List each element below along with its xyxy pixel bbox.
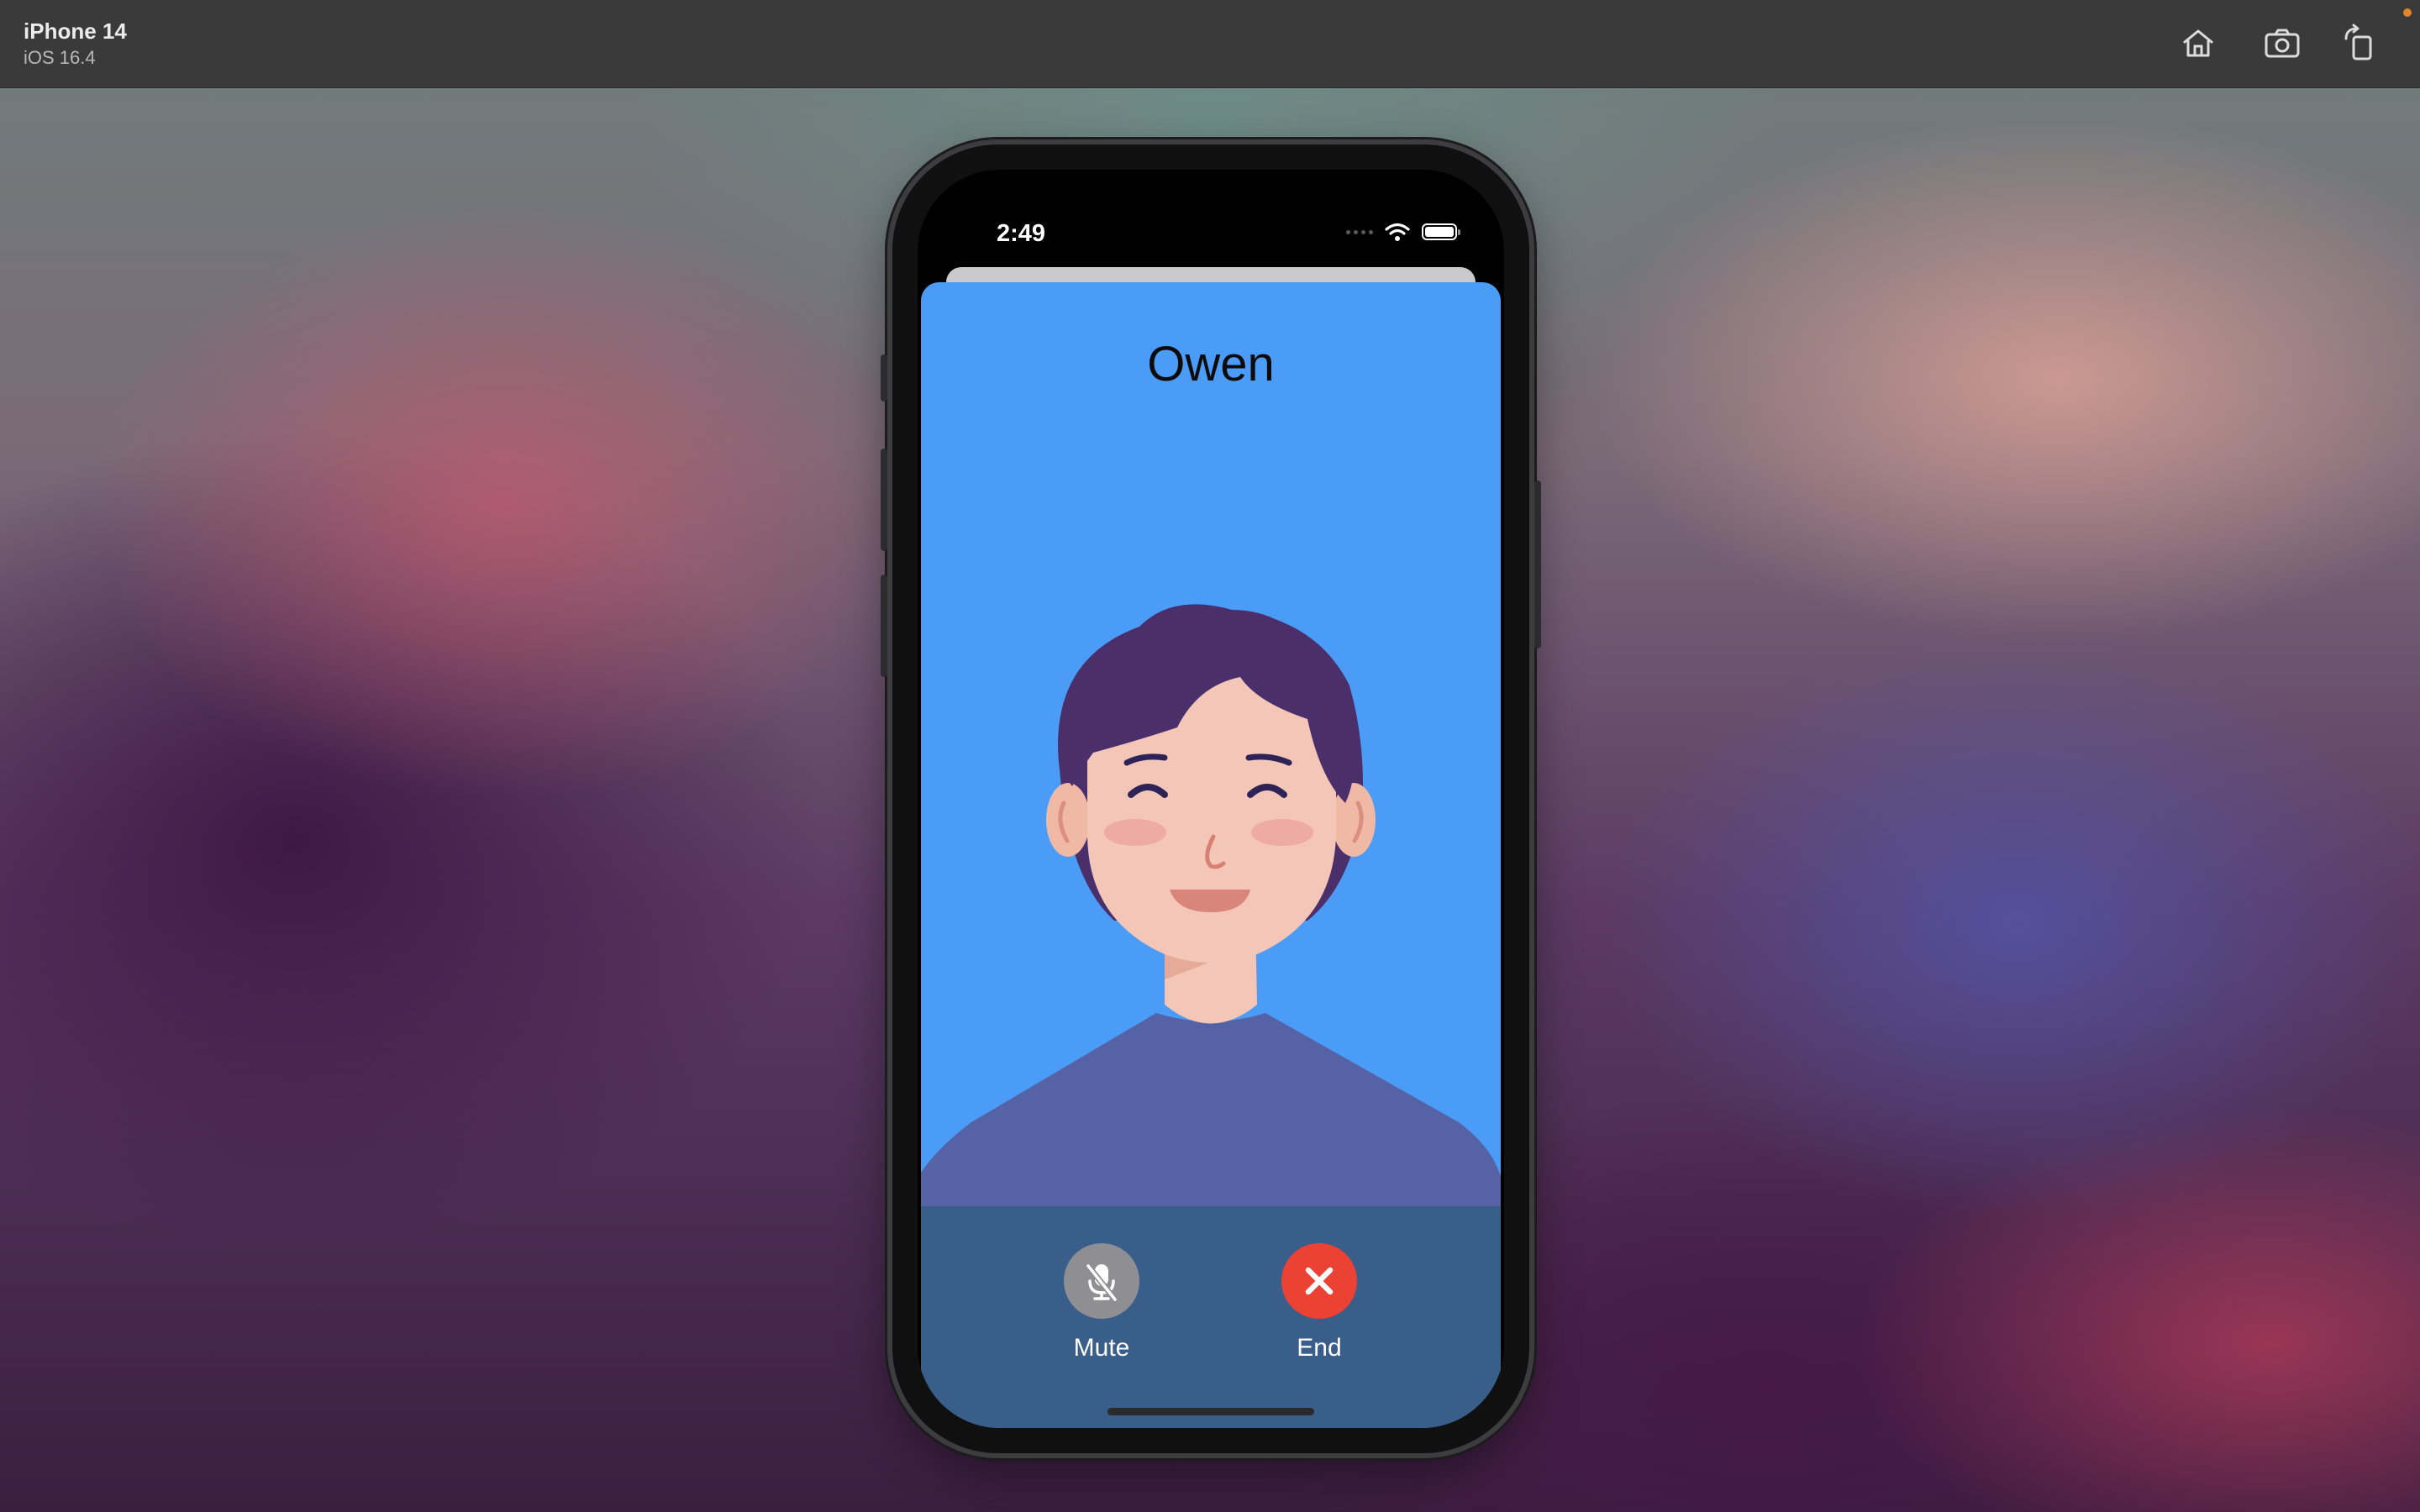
screenshot-icon (2265, 29, 2300, 58)
volume-up-button (881, 449, 887, 551)
status-icons (1346, 222, 1460, 242)
os-version: iOS 16.4 (24, 47, 96, 68)
home-button[interactable] (2176, 22, 2220, 66)
wifi-icon (1385, 223, 1410, 241)
status-time: 2:49 (997, 220, 1046, 247)
iphone-frame: 2:49 Owen Mute End (881, 144, 1541, 1453)
recording-indicator (2403, 8, 2412, 17)
battery-icon (1422, 223, 1460, 240)
end-call-button[interactable] (1281, 1243, 1357, 1319)
mute-button[interactable] (1064, 1243, 1139, 1319)
home-indicator[interactable] (1107, 1408, 1314, 1415)
end-label: End (1297, 1334, 1342, 1362)
power-button (1534, 480, 1541, 648)
action-switch (881, 354, 887, 402)
caller-name: Owen (1147, 337, 1275, 391)
home-icon (2183, 29, 2213, 57)
phone-screen: 2:49 Owen Mute End (918, 170, 1504, 1428)
device-name: iPhone 14 (24, 18, 127, 44)
mute-label: Mute (1073, 1334, 1130, 1362)
mic-slash-icon (1085, 1263, 1118, 1303)
rotate-button[interactable] (2338, 22, 2381, 66)
screenshot-button[interactable] (2260, 22, 2304, 66)
rotate-icon (2344, 24, 2372, 60)
signal-dots-icon (1346, 229, 1373, 234)
caller-avatar-illustration (921, 604, 1501, 1206)
call-controls: Mute End (921, 1206, 1501, 1428)
close-icon (1305, 1267, 1334, 1295)
call-sheet: Owen Mute End (921, 282, 1501, 1428)
simulator-desktop: iPhone 14 iOS 16.4 2:49 Owen Mute End (0, 0, 2420, 1512)
simulator-titlebar: iPhone 14 iOS 16.4 (0, 0, 2420, 88)
volume-down-button (881, 575, 887, 677)
